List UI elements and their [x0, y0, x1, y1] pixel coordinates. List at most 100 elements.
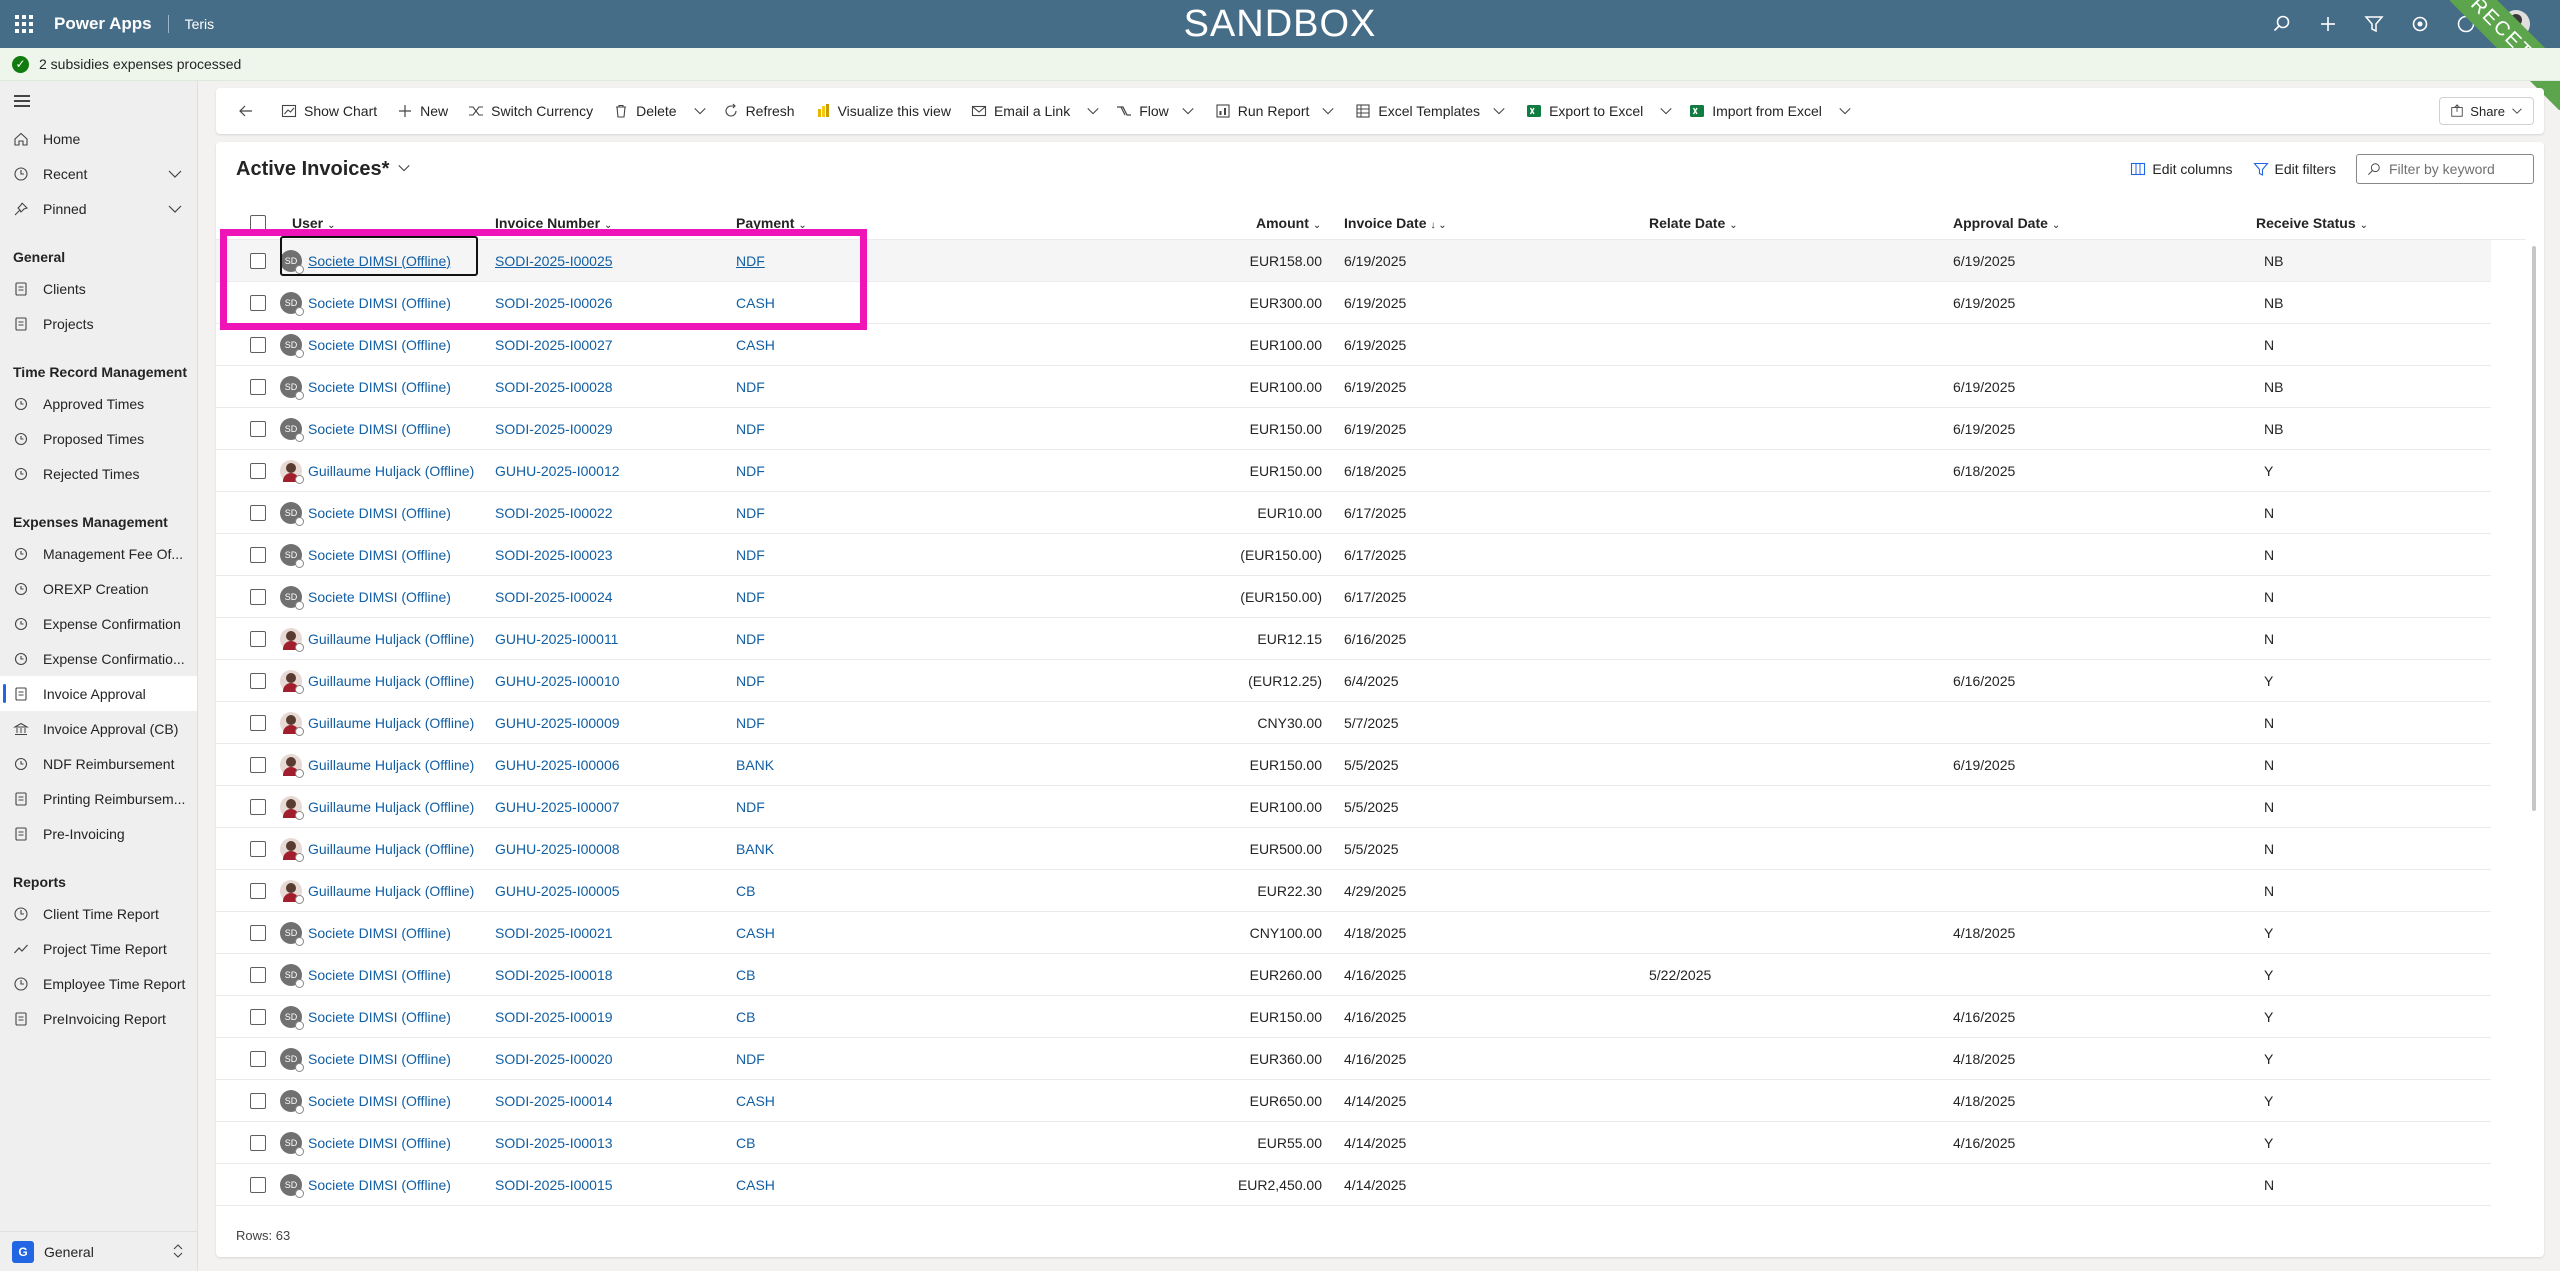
table-row[interactable]: SD Societe DIMSI (Offline) SODI-2025-I0002… — [216, 534, 2491, 576]
table-row[interactable]: Guillaume Huljack (Offline) GUHU-2025-I00… — [216, 660, 2491, 702]
invoice-number-link[interactable]: GUHU-2025-I00008 — [495, 841, 620, 857]
table-row[interactable]: Guillaume Huljack (Offline) GUHU-2025-I00… — [216, 828, 2491, 870]
user-link[interactable]: Societe DIMSI (Offline) — [308, 295, 451, 311]
back-button[interactable] — [228, 88, 271, 134]
row-checkbox[interactable] — [250, 756, 266, 773]
export-excel-button[interactable]: Export to Excel — [1516, 88, 1653, 134]
sidebar-item-approved-times[interactable]: Approved Times — [0, 386, 197, 421]
row-checkbox[interactable] — [250, 882, 266, 899]
user-link[interactable]: Societe DIMSI (Offline) — [308, 253, 451, 269]
row-checkbox[interactable] — [250, 1092, 266, 1109]
table-row[interactable]: SD Societe DIMSI (Offline) SODI-2025-I0002… — [216, 492, 2491, 534]
invoice-number-link[interactable]: SODI-2025-I00028 — [495, 379, 613, 395]
header-payment[interactable]: Payment ⌄ — [736, 215, 807, 231]
payment-link[interactable]: CASH — [736, 337, 775, 353]
switch-currency-button[interactable]: Switch Currency — [458, 88, 603, 134]
user-avatar[interactable] — [2502, 10, 2530, 38]
header-approval-date[interactable]: Approval Date ⌄ — [1953, 215, 2060, 231]
row-checkbox[interactable] — [250, 462, 266, 479]
user-link[interactable]: Societe DIMSI (Offline) — [308, 1177, 451, 1193]
sidebar-item-invoice-approval[interactable]: Invoice Approval — [0, 676, 197, 711]
chevron-down-icon[interactable] — [167, 166, 183, 185]
invoice-number-link[interactable]: GUHU-2025-I00006 — [495, 757, 620, 773]
payment-link[interactable]: NDF — [736, 463, 765, 479]
sidebar-item-home[interactable]: Home — [0, 121, 197, 156]
row-checkbox[interactable] — [250, 546, 266, 563]
flow-button[interactable]: Flow — [1106, 88, 1205, 134]
user-link[interactable]: Societe DIMSI (Offline) — [308, 1009, 451, 1025]
sidebar-item-recent[interactable]: Recent — [0, 156, 197, 191]
payment-link[interactable]: BANK — [736, 757, 774, 773]
filter-keyword-input[interactable]: Filter by keyword — [2356, 154, 2534, 184]
row-checkbox[interactable] — [250, 1008, 266, 1025]
invoice-number-link[interactable]: SODI-2025-I00018 — [495, 967, 613, 983]
table-row[interactable]: Guillaume Huljack (Offline) GUHU-2025-I00… — [216, 702, 2491, 744]
sidebar-item-pre-invoicing[interactable]: Pre-Invoicing — [0, 816, 197, 851]
row-checkbox[interactable] — [250, 630, 266, 647]
sidebar-item-pinned[interactable]: Pinned — [0, 191, 197, 226]
user-link[interactable]: Societe DIMSI (Offline) — [308, 421, 451, 437]
sidebar-item-rejected-times[interactable]: Rejected Times — [0, 456, 197, 491]
user-link[interactable]: Societe DIMSI (Offline) — [308, 337, 451, 353]
table-row[interactable]: SD Societe DIMSI (Offline) SODI-2025-I0002… — [216, 366, 2491, 408]
user-link[interactable]: Guillaume Huljack (Offline) — [308, 799, 474, 815]
table-row[interactable]: Guillaume Huljack (Offline) GUHU-2025-I00… — [216, 870, 2491, 912]
invoice-number-link[interactable]: SODI-2025-I00013 — [495, 1135, 613, 1151]
sidebar-item-projects[interactable]: Projects — [0, 306, 197, 341]
row-checkbox[interactable] — [250, 1050, 266, 1067]
header-invoice-date[interactable]: Invoice Date ↓ ⌄ — [1344, 215, 1447, 231]
sidebar-item-client-time-report[interactable]: Client Time Report — [0, 896, 197, 931]
payment-link[interactable]: BANK — [736, 841, 774, 857]
sidebar-item-expense-confirmation[interactable]: Expense Confirmation — [0, 606, 197, 641]
sidebar-item-orexp-creation[interactable]: OREXP Creation — [0, 571, 197, 606]
sidebar-item-preinvoicing-report[interactable]: PreInvoicing Report — [0, 1001, 197, 1036]
payment-link[interactable]: CASH — [736, 295, 775, 311]
table-row[interactable]: SD Societe DIMSI (Offline) SODI-2025-I0001… — [216, 1164, 2491, 1206]
header-invoice-number[interactable]: Invoice Number ⌄ — [495, 215, 612, 231]
row-checkbox[interactable] — [250, 1134, 266, 1151]
user-link[interactable]: Guillaume Huljack (Offline) — [308, 631, 474, 647]
row-checkbox[interactable] — [250, 924, 266, 941]
invoice-number-link[interactable]: SODI-2025-I00019 — [495, 1009, 613, 1025]
select-all-checkbox[interactable] — [250, 214, 266, 231]
row-checkbox[interactable] — [250, 294, 266, 311]
email-link-button[interactable]: Email a Link — [961, 88, 1080, 134]
table-row[interactable]: Guillaume Huljack (Offline) GUHU-2025-I00… — [216, 786, 2491, 828]
table-row[interactable]: SD Societe DIMSI (Offline) SODI-2025-I0002… — [216, 240, 2491, 282]
header-relate-date[interactable]: Relate Date ⌄ — [1649, 215, 1738, 231]
excel-templates-button[interactable]: Excel Templates — [1345, 88, 1516, 134]
payment-link[interactable]: CASH — [736, 1093, 775, 1109]
table-row[interactable]: SD Societe DIMSI (Offline) SODI-2025-I0002… — [216, 408, 2491, 450]
table-row[interactable]: SD Societe DIMSI (Offline) SODI-2025-I0002… — [216, 282, 2491, 324]
row-checkbox[interactable] — [250, 420, 266, 437]
view-selector[interactable]: Active Invoices* — [236, 158, 411, 181]
invoice-number-link[interactable]: GUHU-2025-I00011 — [495, 631, 618, 647]
invoice-number-link[interactable]: SODI-2025-I00025 — [495, 253, 613, 269]
sidebar-item-project-time-report[interactable]: Project Time Report — [0, 931, 197, 966]
app-name[interactable]: Power Apps — [54, 14, 152, 34]
area-switcher[interactable]: G General — [0, 1231, 198, 1271]
user-link[interactable]: Guillaume Huljack (Offline) — [308, 673, 474, 689]
email-more-dropdown[interactable] — [1080, 88, 1106, 134]
payment-link[interactable]: NDF — [736, 379, 765, 395]
hamburger-menu-icon[interactable] — [0, 81, 197, 121]
row-checkbox[interactable] — [250, 672, 266, 689]
invoice-number-link[interactable]: GUHU-2025-I00005 — [495, 883, 620, 899]
payment-link[interactable]: NDF — [736, 799, 765, 815]
invoice-number-link[interactable]: SODI-2025-I00015 — [495, 1177, 613, 1193]
row-checkbox[interactable] — [250, 504, 266, 521]
search-icon[interactable] — [2272, 14, 2292, 34]
header-user[interactable]: User ⌄ — [292, 215, 336, 231]
payment-link[interactable]: CB — [736, 1009, 755, 1025]
edit-columns-button[interactable]: Edit columns — [2130, 161, 2233, 177]
invoice-number-link[interactable]: GUHU-2025-I00007 — [495, 799, 620, 815]
environment-name[interactable]: Teris — [185, 16, 215, 32]
user-link[interactable]: Societe DIMSI (Offline) — [308, 1093, 451, 1109]
user-link[interactable]: Societe DIMSI (Offline) — [308, 547, 451, 563]
edit-filters-button[interactable]: Edit filters — [2252, 161, 2336, 177]
invoice-number-link[interactable]: SODI-2025-I00027 — [495, 337, 613, 353]
invoice-number-link[interactable]: SODI-2025-I00026 — [495, 295, 613, 311]
table-row[interactable]: SD Societe DIMSI (Offline) SODI-2025-I0002… — [216, 912, 2491, 954]
chevron-down-icon[interactable] — [167, 201, 183, 220]
header-receive-status[interactable]: Receive Status ⌄ — [2256, 215, 2368, 231]
